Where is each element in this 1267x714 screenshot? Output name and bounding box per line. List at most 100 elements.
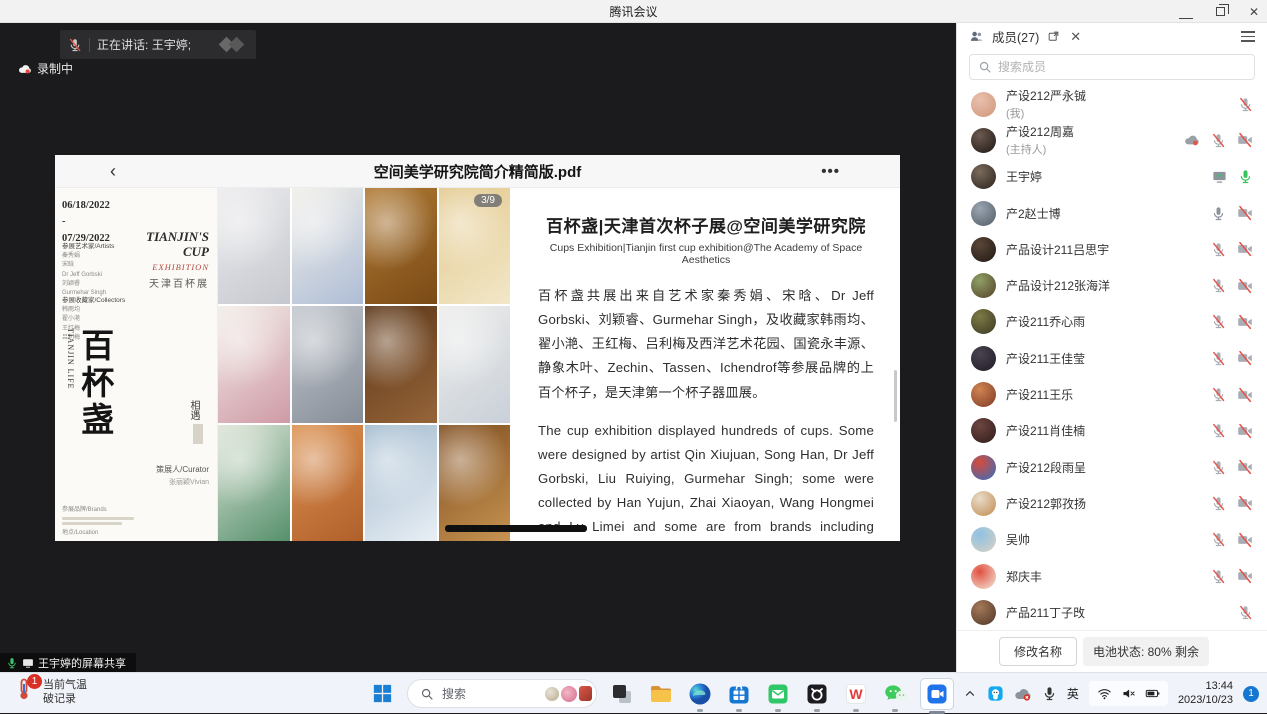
windows-taskbar: 1 当前气温 破记录 W 英 13:44 2023/10/23 1 [0,672,1267,713]
avatar [971,346,996,371]
member-row[interactable]: 王宇婷 [957,159,1267,195]
mic-active-icon [6,657,18,669]
member-row[interactable]: 产设211肖佳楠 [957,413,1267,449]
member-row[interactable]: 产2赵士博 [957,195,1267,231]
game-app-icon[interactable] [803,680,831,708]
member-row[interactable]: 产设212郭孜扬 [957,485,1267,521]
close-panel-icon[interactable]: ✕ [1070,29,1081,45]
members-panel-footer: 修改名称 电池状态: 80% 剩余 [957,630,1267,672]
popout-panel-icon[interactable] [1047,30,1060,43]
members-icon [969,29,984,44]
search-icon [420,687,434,701]
member-name: 产设212郭孜扬 [1006,495,1086,512]
member-name: 产品设计212张海洋 [1006,277,1110,294]
member-name: 产设211王乐 [1006,386,1073,403]
member-name: 产设211乔心雨 [1006,313,1085,330]
window-title: 腾讯会议 [609,3,657,20]
mic-muted-icon [1211,569,1226,584]
avatar [971,455,996,480]
member-row[interactable]: 吴帅 [957,522,1267,558]
panel-menu-icon[interactable] [1241,31,1255,42]
member-row[interactable]: 产设212周嘉(主持人) [957,122,1267,158]
weather-line2: 破记录 [43,692,87,706]
mic-muted-icon [1238,605,1253,620]
member-name: 产品设计211吕思宇 [1006,241,1109,258]
member-row[interactable]: 郑庆丰 [957,558,1267,594]
cloud-sync-error-icon[interactable] [1014,685,1032,703]
ms-store-icon[interactable] [725,680,753,708]
pdf-viewer-header: ‹ 空间美学研究院简介精简版.pdf ••• [55,155,900,188]
camera-off-icon [1237,205,1253,221]
search-decoration-icon [545,686,592,702]
collage-photo-tile [439,306,511,422]
close-button[interactable]: ✕ [1247,5,1261,19]
mic-muted-icon [1211,314,1226,329]
avatar [971,273,996,298]
member-name: 吴帅 [1006,531,1030,548]
poster-date-sep: - [62,214,110,230]
member-row[interactable]: 产设212段雨呈 [957,449,1267,485]
weather-widget[interactable]: 1 当前气温 破记录 [12,677,87,707]
clock-time: 13:44 [1178,680,1233,694]
member-row[interactable]: 产品设计212张海洋 [957,267,1267,303]
member-role: (主持人) [1006,141,1074,157]
avatar [971,382,996,407]
phone-home-indicator [445,525,587,532]
camera-off-icon [1237,568,1253,584]
task-view-icon[interactable] [608,680,636,708]
tencent-meeting-icon[interactable] [920,678,954,710]
poster-meet-label: 相遇 [186,400,201,420]
collage-photo-tile [292,188,364,304]
avatar [971,164,996,189]
clock[interactable]: 13:44 2023/10/23 [1178,680,1233,708]
tray-microphone-icon[interactable] [1042,686,1057,701]
poster-exhibition-label: EXHIBITION [146,262,209,272]
back-icon[interactable]: ‹ [110,162,116,180]
avatar [971,564,996,589]
taskbar-search[interactable] [407,679,597,708]
member-row[interactable]: 产品设计211吕思宇 [957,231,1267,267]
file-explorer-icon[interactable] [647,680,675,708]
taskbar-center: W [368,673,954,714]
camera-off-icon [1237,350,1253,366]
collage-photo-tile [218,425,290,541]
member-row[interactable]: 产设211乔心雨 [957,304,1267,340]
cups-photo-collage: 3/9 [218,188,510,541]
member-search-box[interactable] [969,54,1255,80]
taskbar-search-input[interactable] [442,687,522,701]
poster-big-title: 百杯盏 [75,328,111,439]
paragraph-english: The cup exhibition displayed hundreds of… [538,419,874,541]
edge-icon[interactable] [686,680,714,708]
network-volume-battery-group[interactable] [1089,681,1168,706]
tray-chevron-up-icon[interactable] [963,687,977,701]
notification-count-badge[interactable]: 1 [1243,686,1259,702]
wechat-icon[interactable] [881,680,909,708]
member-name: 产设211肖佳楠 [1006,422,1085,439]
poster-seal [193,424,203,444]
ime-indicator[interactable]: 英 [1067,685,1079,702]
screen-share-banner[interactable]: 王宇婷的屏幕共享 [0,653,136,672]
member-row[interactable]: 产设211王佳莹 [957,340,1267,376]
poster-name-line: Dr Jeff Gorbski [62,271,142,280]
camera-off-icon [1237,495,1253,511]
mic-muted-icon [1211,133,1226,148]
member-search-input[interactable] [998,60,1246,74]
windows-start-icon[interactable] [368,680,396,708]
poster-title-en: TIANJIN'S [146,230,209,245]
rename-button[interactable]: 修改名称 [999,637,1077,666]
member-row[interactable]: 产品211丁子攺 [957,594,1267,630]
speaking-label: 正在讲话: [97,38,148,52]
minimize-button[interactable] [1179,5,1193,19]
qq-tray-icon[interactable] [987,685,1004,702]
mail-app-icon[interactable] [764,680,792,708]
wps-icon[interactable]: W [842,680,870,708]
member-row[interactable]: 产设212严永铖(我) [957,86,1267,122]
restore-button[interactable] [1216,7,1225,16]
meeting-logo-watermark-icon [218,37,248,53]
member-row[interactable]: 产设211王乐 [957,376,1267,412]
more-options-icon[interactable]: ••• [821,163,840,180]
poster-name-line: 秦秀娟 [62,252,142,261]
window-titlebar: 腾讯会议 ✕ [0,0,1267,23]
camera-off-icon [1237,459,1253,475]
collage-photo-tile [365,306,437,422]
